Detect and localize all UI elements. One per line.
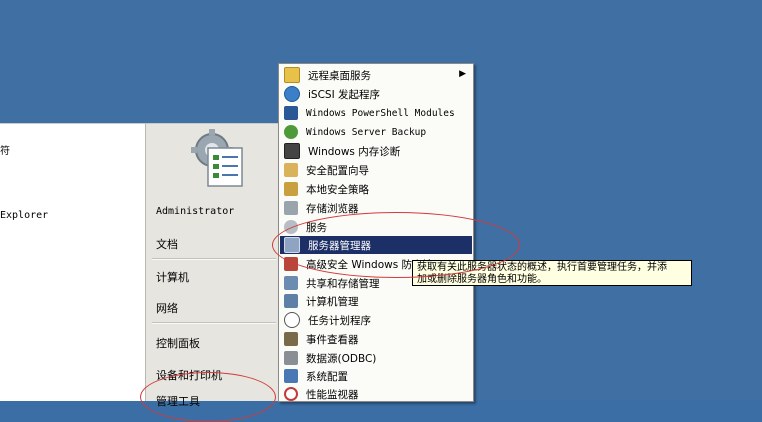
administrator-link[interactable]: Administrator: [156, 206, 276, 217]
start-menu-programs-pane: 符 Explorer: [0, 123, 145, 401]
menu-item-remote-desktop-services[interactable]: 远程桌面服务 ▶: [280, 66, 472, 84]
control-panel-link[interactable]: 控制面板: [156, 335, 276, 351]
administrative-tools-submenu: 远程桌面服务 ▶ iSCSI 发起程序 Windows PowerShell M…: [278, 63, 474, 402]
separator: [152, 322, 276, 324]
devices-printers-link[interactable]: 设备和打印机: [156, 367, 276, 383]
menu-item-local-security-policy[interactable]: 本地安全策略: [280, 180, 472, 198]
menu-item-computer-management[interactable]: 计算机管理: [280, 292, 472, 310]
menu-item-server-backup[interactable]: Windows Server Backup: [280, 123, 472, 141]
menu-item-event-viewer[interactable]: 事件查看器: [280, 330, 472, 348]
menu-item-storage-explorer[interactable]: 存储浏览器: [280, 199, 472, 217]
tooltip-line: 获取有关此服务器状态的概述，执行首要管理任务，并添: [417, 262, 667, 273]
memory-diagnostic-icon: [284, 143, 300, 159]
server-manager-tooltip: 获取有关此服务器状态的概述，执行首要管理任务，并添 加或删除服务器角色和功能。: [412, 260, 692, 286]
administrator-tools-icon: [191, 129, 243, 187]
menu-item-memory-diagnostic[interactable]: Windows 内存诊断: [280, 142, 472, 160]
services-gear-icon: [284, 220, 298, 234]
backup-icon: [284, 125, 298, 139]
menu-item-security-wizard[interactable]: 安全配置向导: [280, 161, 472, 179]
odbc-icon: [284, 351, 298, 365]
system-config-icon: [284, 369, 298, 383]
computer-link[interactable]: 计算机: [156, 269, 276, 285]
security-wizard-icon: [284, 163, 298, 177]
server-manager-icon: [284, 237, 300, 253]
menu-item-powershell-modules[interactable]: Windows PowerShell Modules: [280, 104, 472, 122]
storage-icon: [284, 201, 298, 215]
separator: [152, 258, 276, 260]
menu-item-server-manager[interactable]: 服务器管理器: [280, 236, 472, 254]
menu-item-performance-monitor[interactable]: 性能监视器: [280, 385, 472, 403]
security-policy-icon: [284, 182, 298, 196]
start-menu-right-pane: Administrator 文档 计算机 网络 控制面板 设备和打印机 管理工具: [145, 123, 281, 408]
program-item[interactable]: 符: [0, 142, 10, 157]
computer-management-icon: [284, 294, 298, 308]
menu-item-system-config[interactable]: 系统配置: [280, 367, 472, 385]
menu-item-iscsi[interactable]: iSCSI 发起程序: [280, 85, 472, 103]
clock-icon: [284, 312, 300, 328]
menu-item-services[interactable]: 服务: [280, 218, 472, 236]
share-storage-icon: [284, 276, 298, 290]
administrative-tools-link[interactable]: 管理工具: [156, 393, 276, 409]
documents-link[interactable]: 文档: [156, 236, 276, 252]
program-item-explorer[interactable]: Explorer: [0, 210, 48, 221]
menu-item-task-scheduler[interactable]: 任务计划程序: [280, 311, 472, 329]
network-link[interactable]: 网络: [156, 300, 276, 316]
chevron-right-icon: ▶: [459, 69, 466, 79]
event-viewer-icon: [284, 332, 298, 346]
tooltip-line: 加或删除服务器角色和功能。: [417, 274, 547, 285]
powershell-icon: [284, 106, 298, 120]
firewall-icon: [284, 257, 298, 271]
folder-icon: [284, 67, 300, 83]
globe-icon: [284, 86, 300, 102]
performance-monitor-icon: [284, 387, 298, 401]
menu-item-odbc[interactable]: 数据源(ODBC): [280, 349, 472, 367]
